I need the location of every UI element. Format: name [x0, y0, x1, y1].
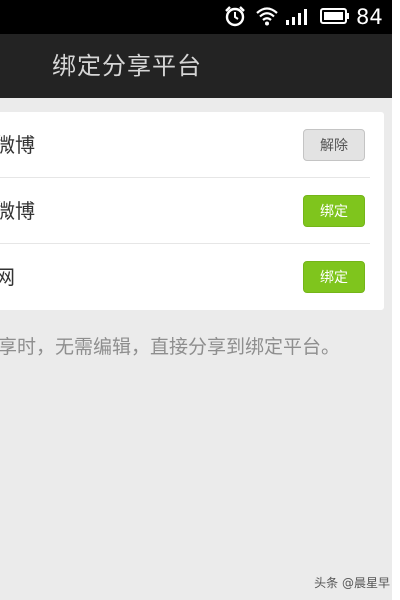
platform-name: 微博 [0, 133, 35, 157]
status-bar: 84 [0, 0, 392, 34]
platform-row: 网 绑定 [0, 244, 370, 310]
wifi-icon [256, 7, 278, 26]
platform-row: 微博 解除 [0, 112, 370, 178]
signal-icon [286, 9, 307, 25]
unbind-button[interactable]: 解除 [303, 129, 365, 161]
bind-button[interactable]: 绑定 [303, 195, 365, 227]
hint-text: 享时，无需编辑，直接分享到绑定平台。 [0, 336, 341, 358]
platform-name: 网 [0, 265, 15, 289]
platform-list: 微博 解除 微博 绑定 网 绑定 [0, 112, 384, 310]
right-edge [392, 0, 400, 600]
bind-button[interactable]: 绑定 [303, 261, 365, 293]
battery-level: 84 [356, 5, 383, 29]
app-screen: 84 绑定分享平台 微博 解除 微博 绑定 网 绑定 享时，无需编辑，直接分享到… [0, 0, 392, 600]
page-title: 绑定分享平台 [52, 52, 202, 80]
platform-name: 微博 [0, 199, 35, 223]
title-bar: 绑定分享平台 [0, 34, 392, 98]
battery-icon [320, 8, 349, 24]
watermark: 头条 @晨星早 [314, 576, 390, 590]
alarm-icon [225, 6, 245, 27]
platform-row: 微博 绑定 [0, 178, 370, 244]
